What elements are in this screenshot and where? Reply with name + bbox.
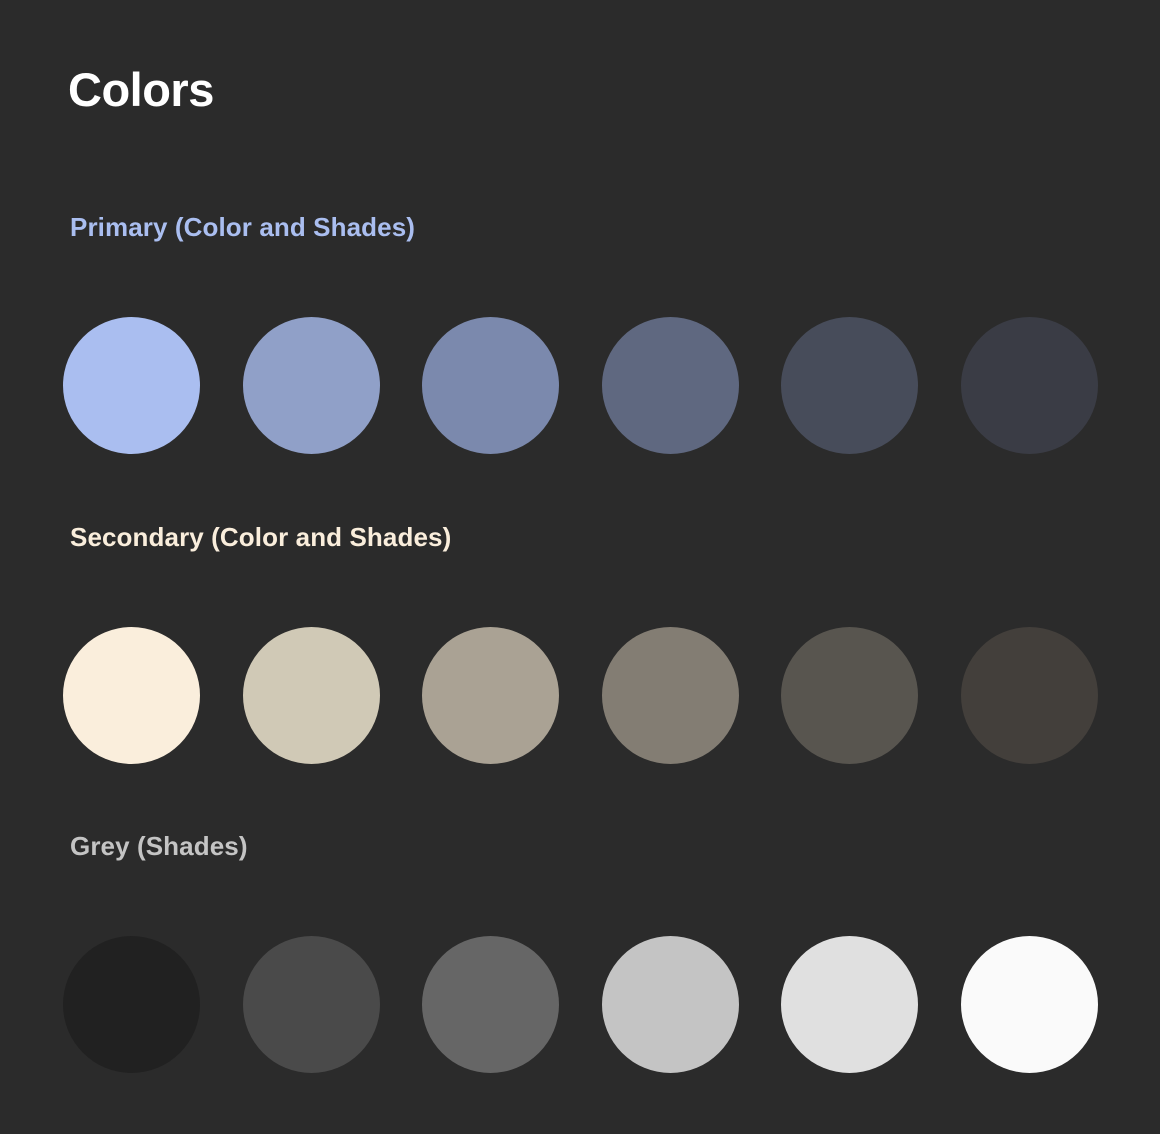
swatch-primary-4[interactable] — [601, 317, 739, 454]
swatch-secondary-6[interactable] — [961, 627, 1098, 764]
swatch-primary-2[interactable] — [242, 317, 380, 454]
section-label-grey: Grey (Shades) — [70, 831, 248, 861]
swatch-grey-6[interactable] — [961, 936, 1098, 1073]
swatch-grey-4[interactable] — [601, 936, 739, 1073]
section-label-secondary: Secondary (Color and Shades) — [70, 522, 452, 552]
swatch-secondary-4[interactable] — [601, 627, 739, 764]
section-label-primary: Primary (Color and Shades) — [70, 212, 416, 242]
swatch-grey-1[interactable] — [63, 936, 200, 1073]
swatch-secondary-3[interactable] — [422, 627, 560, 764]
swatch-secondary-5[interactable] — [781, 627, 919, 764]
swatch-primary-6[interactable] — [961, 317, 1098, 454]
swatch-grey-2[interactable] — [242, 936, 380, 1073]
swatch-primary-3[interactable] — [422, 317, 560, 454]
swatch-row-secondary — [63, 627, 1103, 764]
swatch-secondary-1[interactable] — [63, 627, 200, 764]
swatch-primary-5[interactable] — [781, 317, 919, 454]
page-title: Colors — [68, 63, 214, 116]
swatch-secondary-2[interactable] — [242, 627, 380, 764]
swatch-primary-1[interactable] — [63, 317, 200, 454]
swatch-row-primary — [63, 317, 1103, 454]
color-palette-page: Colors Primary (Color and Shades) Second… — [0, 0, 1160, 1134]
swatch-grey-3[interactable] — [422, 936, 560, 1073]
swatch-grey-5[interactable] — [781, 936, 919, 1073]
swatch-row-grey — [63, 936, 1103, 1073]
